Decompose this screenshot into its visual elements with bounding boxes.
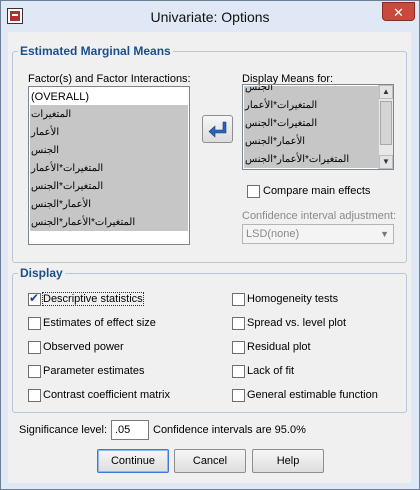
continue-button[interactable]: Continue (97, 449, 169, 473)
list-item[interactable]: المتغيرات (31, 106, 71, 124)
list-item[interactable]: المتغيرات*الجنس (31, 178, 103, 196)
scroll-thumb[interactable] (380, 101, 392, 145)
descriptive-statistics-label: Descriptive statistics (42, 292, 144, 306)
scroll-up-icon[interactable]: ▲ (379, 85, 393, 99)
residual-plot-checkbox[interactable] (232, 341, 245, 354)
cancel-button[interactable]: Cancel (174, 449, 246, 473)
list-item[interactable]: المتغيرات*الأعمار*الجنس (245, 151, 349, 169)
compare-main-effects-checkbox[interactable] (247, 185, 260, 198)
general-estimable-label: General estimable function (247, 389, 378, 401)
effect-size-checkbox[interactable] (28, 317, 41, 330)
scroll-down-icon[interactable]: ▼ (379, 155, 393, 169)
ci-adjustment-select[interactable]: LSD(none) ▼ (242, 224, 394, 244)
spread-level-plot-label: Spread vs. level plot (247, 317, 347, 329)
list-item[interactable]: الأعمار (31, 124, 59, 142)
factors-label: Factor(s) and Factor Interactions: (28, 73, 191, 85)
display-means-listbox[interactable]: الجنس المتغيرات*الأعمار المتغيرات*الجنس … (242, 84, 394, 170)
general-estimable-checkbox[interactable] (232, 389, 245, 402)
factors-listbox[interactable]: (OVERALL) المتغيرات الأعمار الجنس المتغي… (28, 86, 190, 245)
chevron-down-icon: ▼ (380, 229, 389, 239)
help-button[interactable]: Help (252, 449, 324, 473)
display-scrollbar[interactable]: ▲ ▼ (378, 85, 393, 169)
close-button[interactable]: ✕ (382, 2, 415, 21)
contrast-matrix-label: Contrast coefficient matrix (43, 389, 170, 401)
residual-plot-label: Residual plot (247, 341, 311, 353)
list-item[interactable]: الأعمار*الجنس (245, 133, 305, 151)
ci-adjustment-value: LSD(none) (246, 228, 300, 240)
move-to-display-button[interactable] (202, 115, 233, 143)
homogeneity-tests-checkbox[interactable] (232, 293, 245, 306)
display-legend: Display (18, 266, 65, 280)
ci-info-text: Confidence intervals are 95.0% (153, 424, 306, 436)
arrow-left-icon (208, 121, 227, 138)
parameter-estimates-checkbox[interactable] (28, 365, 41, 378)
lack-of-fit-label: Lack of fit (247, 365, 295, 377)
compare-main-effects-label: Compare main effects (263, 185, 371, 197)
descriptive-statistics-checkbox[interactable] (28, 291, 41, 306)
lack-of-fit-checkbox[interactable] (232, 365, 245, 378)
observed-power-checkbox[interactable] (28, 341, 41, 354)
dialog-body: Estimated Marginal Means Factor(s) and F… (8, 32, 411, 483)
emm-legend: Estimated Marginal Means (18, 44, 173, 58)
contrast-matrix-checkbox[interactable] (28, 389, 41, 402)
homogeneity-tests-label: Homogeneity tests (247, 293, 339, 305)
list-item[interactable]: المتغيرات*الأعمار (245, 97, 317, 115)
effect-size-label: Estimates of effect size (43, 317, 156, 329)
list-item[interactable]: المتغيرات*الجنس (245, 115, 317, 133)
list-item[interactable]: المتغيرات*الأعمار (31, 160, 103, 178)
list-item[interactable]: (OVERALL) (31, 88, 89, 106)
dialog-window: Univariate: Options ✕ Estimated Marginal… (0, 0, 420, 490)
list-item[interactable]: الجنس (31, 142, 59, 160)
list-item[interactable]: المتغيرات*الأعمار*الجنس (31, 214, 135, 232)
title-bar[interactable]: Univariate: Options ✕ (1, 1, 419, 31)
ci-adjustment-label: Confidence interval adjustment: (242, 210, 397, 222)
significance-label: Significance level: (19, 424, 108, 436)
spread-level-plot-checkbox[interactable] (232, 317, 245, 330)
observed-power-label: Observed power (43, 341, 124, 353)
parameter-estimates-label: Parameter estimates (43, 365, 145, 377)
window-title: Univariate: Options (150, 9, 270, 25)
significance-input[interactable]: .05 (111, 420, 149, 440)
list-item[interactable]: الأعمار*الجنس (31, 196, 91, 214)
list-item[interactable]: الجنس (245, 85, 273, 97)
